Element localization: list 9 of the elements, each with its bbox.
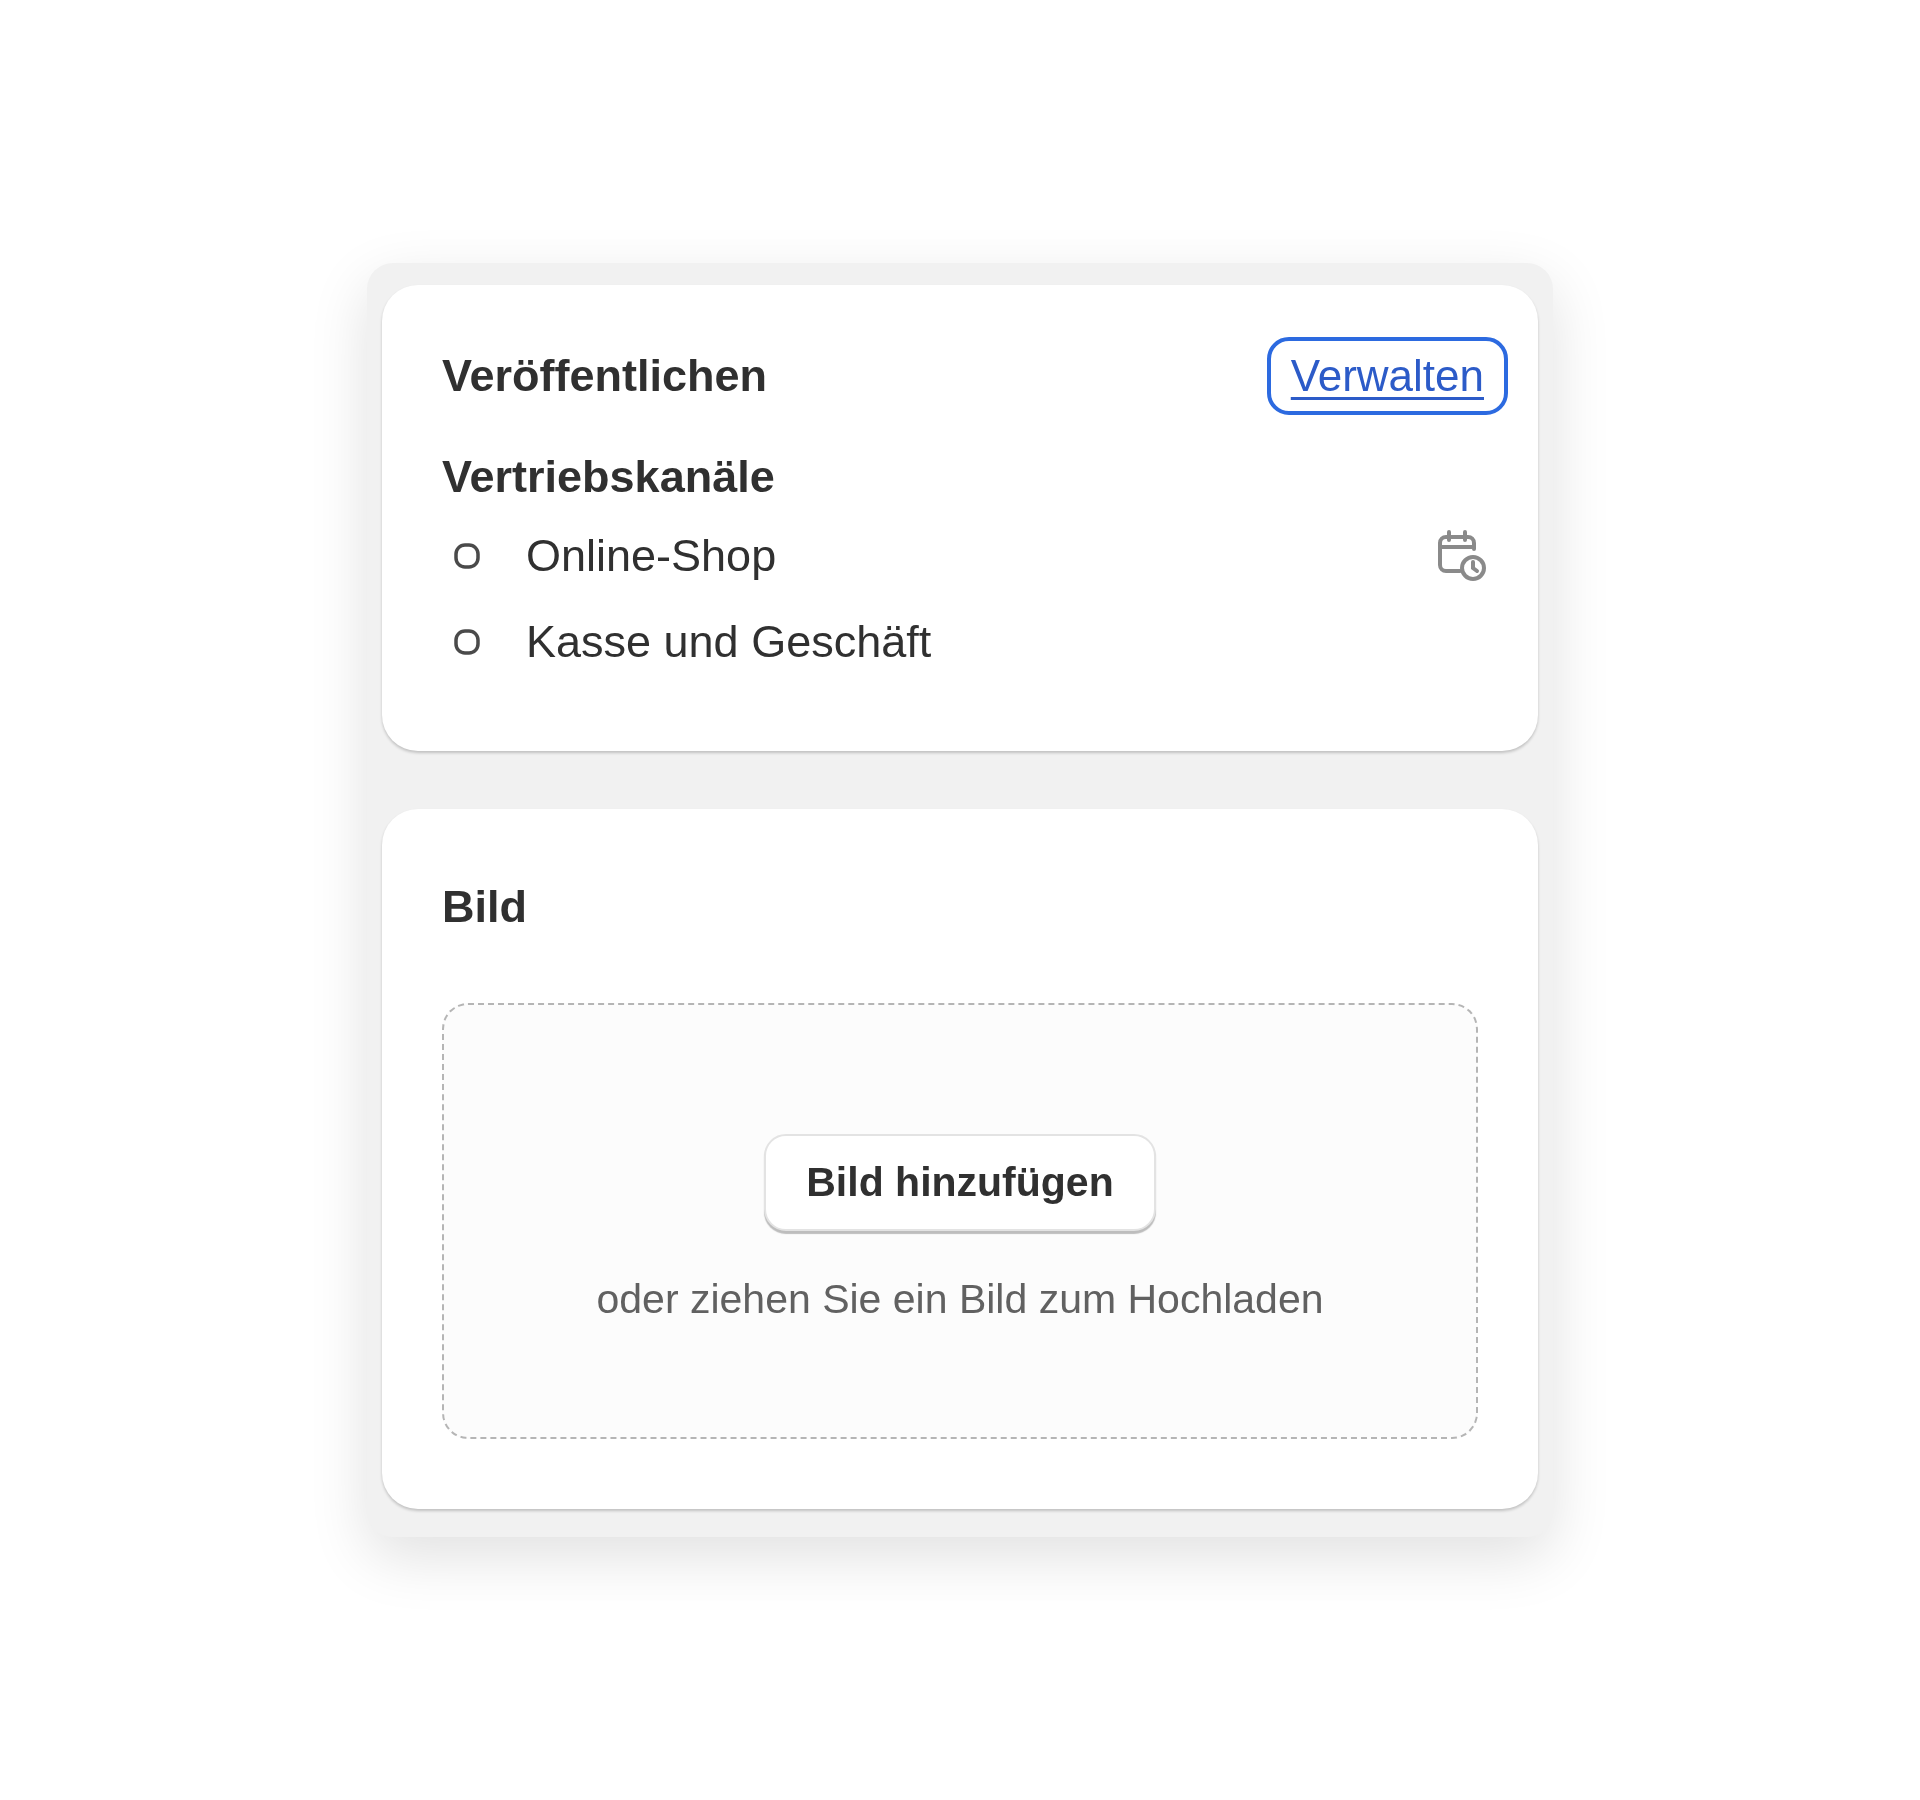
card-title: Bild [442,880,527,934]
add-image-button[interactable]: Bild hinzufügen [764,1134,1156,1232]
drop-zone[interactable]: Bild hinzufügen oder ziehen Sie ein Bild zum Hochladen [442,1002,1478,1439]
manage-link[interactable]: Verwalten [1266,337,1508,415]
channel-name: Online-Shop [526,528,778,583]
channel-name: Kasse und Geschäft [526,614,933,669]
hint-text: oder ziehen Sie ein Bild zum Hochladen [596,1275,1324,1325]
card-title: Veröffentlichen [442,349,768,404]
section-title: Vertriebskanäle [442,450,775,504]
